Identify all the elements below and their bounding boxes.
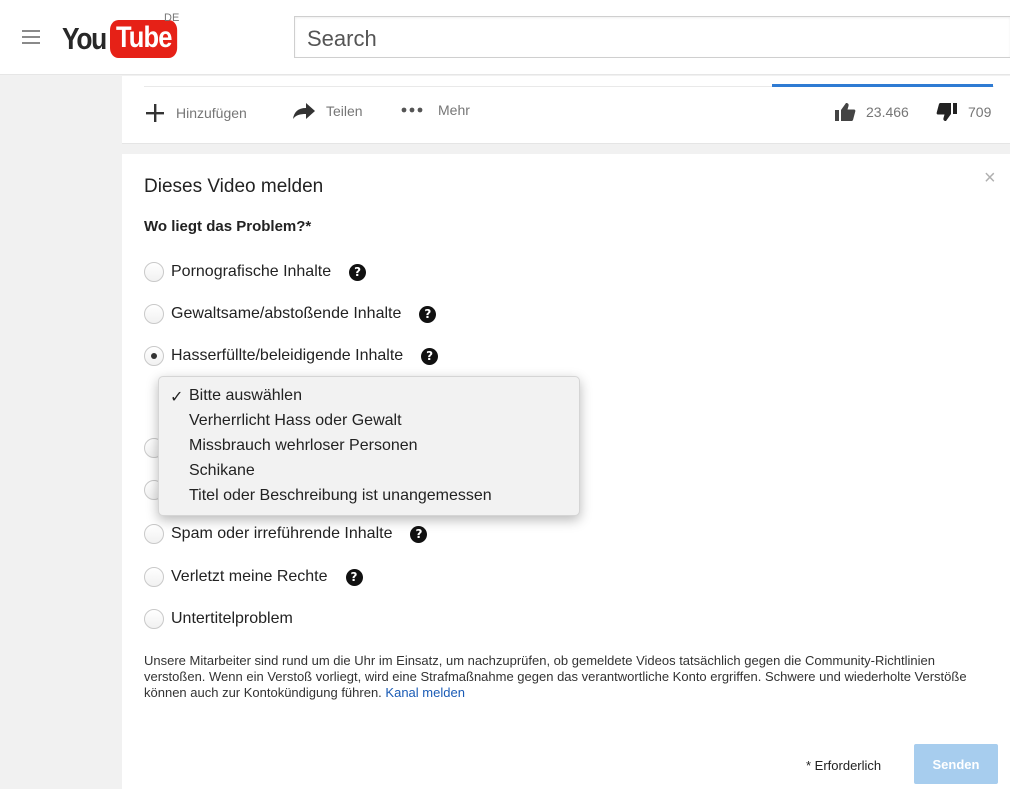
option-pornographic[interactable]: Pornografische Inhalte ? [144, 262, 367, 282]
radio-button[interactable] [144, 304, 164, 324]
plus-icon [146, 104, 164, 122]
help-icon[interactable]: ? [421, 347, 439, 365]
radio-button[interactable] [144, 609, 164, 629]
required-note: * Erforderlich [806, 758, 882, 773]
dropdown-item-bullying[interactable]: Schikane [189, 462, 255, 480]
option-label: Hasserfüllte/beleidigende Inhalte [171, 347, 404, 364]
radio-button[interactable] [144, 567, 164, 587]
more-button[interactable]: Mehr [400, 102, 470, 118]
help-icon[interactable]: ? [419, 305, 437, 323]
thumbs-up-icon [835, 103, 856, 121]
add-to-button[interactable]: Hinzufügen [144, 102, 247, 124]
radio-button-selected[interactable] [144, 346, 164, 366]
report-video-dialog: × Dieses Video melden Wo liegt das Probl… [122, 154, 1010, 789]
dislike-count: 709 [968, 104, 992, 120]
option-captions[interactable]: Untertitelproblem [144, 609, 293, 629]
share-label: Teilen [326, 103, 363, 119]
share-button[interactable]: Teilen [292, 102, 363, 120]
thumbs-down-icon [936, 103, 957, 121]
option-label: Gewaltsame/abstoßende Inhalte [171, 305, 402, 322]
dislike-button[interactable]: 709 [936, 102, 991, 122]
dropdown-item-glorifies-hate[interactable]: Verherrlicht Hass oder Gewalt [189, 412, 402, 430]
notice-text: Unsere Mitarbeiter sind rund um die Uhr … [144, 653, 967, 700]
dropdown-item-please-select[interactable]: Bitte auswählen [189, 387, 302, 405]
option-label: Pornografische Inhalte [171, 263, 332, 280]
radio-button[interactable] [144, 524, 164, 544]
close-icon[interactable]: × [984, 168, 996, 188]
like-count: 23.466 [866, 104, 909, 120]
page: You Tube DE Search Hinzufügen Teilen Meh… [0, 0, 1010, 789]
reason-dropdown-menu[interactable]: ✓ Bitte auswählen Verherrlicht Hass oder… [158, 376, 580, 516]
dialog-title: Dieses Video melden [144, 176, 324, 197]
option-infringes-rights[interactable]: Verletzt meine Rechte ? [144, 567, 363, 587]
share-arrow-icon [293, 103, 315, 119]
option-label: Verletzt meine Rechte [171, 568, 328, 585]
like-ratio-bar [772, 84, 993, 87]
option-spam[interactable]: Spam oder irreführende Inhalte ? [144, 524, 428, 544]
help-icon[interactable]: ? [410, 525, 428, 543]
masthead: You Tube DE Search [0, 0, 1010, 75]
help-icon[interactable]: ? [349, 263, 367, 281]
video-actions-bar: Hinzufügen Teilen Mehr 23.466 709 [122, 76, 1010, 144]
youtube-logo[interactable]: You Tube DE [62, 12, 189, 62]
report-channel-link[interactable]: Kanal melden [385, 685, 465, 700]
logo-you-text: You [62, 21, 107, 56]
logo-tube-text: Tube [109, 20, 178, 58]
submit-button[interactable]: Senden [914, 744, 998, 784]
search-input[interactable]: Search [294, 16, 1010, 58]
help-icon[interactable]: ? [345, 568, 363, 586]
add-to-label: Hinzufügen [176, 105, 247, 121]
radio-button[interactable] [144, 262, 164, 282]
left-gutter [0, 76, 122, 789]
option-label: Spam oder irreführende Inhalte [171, 525, 393, 542]
like-button[interactable]: 23.466 [834, 102, 909, 122]
option-violent[interactable]: Gewaltsame/abstoßende Inhalte ? [144, 304, 437, 324]
logo-country-code: DE [164, 12, 180, 24]
problem-question: Wo liegt das Problem?* [144, 218, 312, 235]
more-label: Mehr [438, 102, 470, 118]
dropdown-item-abuse-vulnerable[interactable]: Missbrauch wehrloser Personen [189, 437, 418, 455]
checkmark-icon: ✓ [170, 389, 184, 406]
menu-icon[interactable] [22, 30, 40, 44]
dropdown-item-inappropriate-title[interactable]: Titel oder Beschreibung ist unangemessen [189, 487, 492, 505]
more-dots-icon [401, 107, 423, 113]
option-hateful[interactable]: Hasserfüllte/beleidigende Inhalte ? [144, 346, 439, 366]
review-notice: Unsere Mitarbeiter sind rund um die Uhr … [144, 653, 994, 701]
option-label: Untertitelproblem [171, 610, 293, 627]
